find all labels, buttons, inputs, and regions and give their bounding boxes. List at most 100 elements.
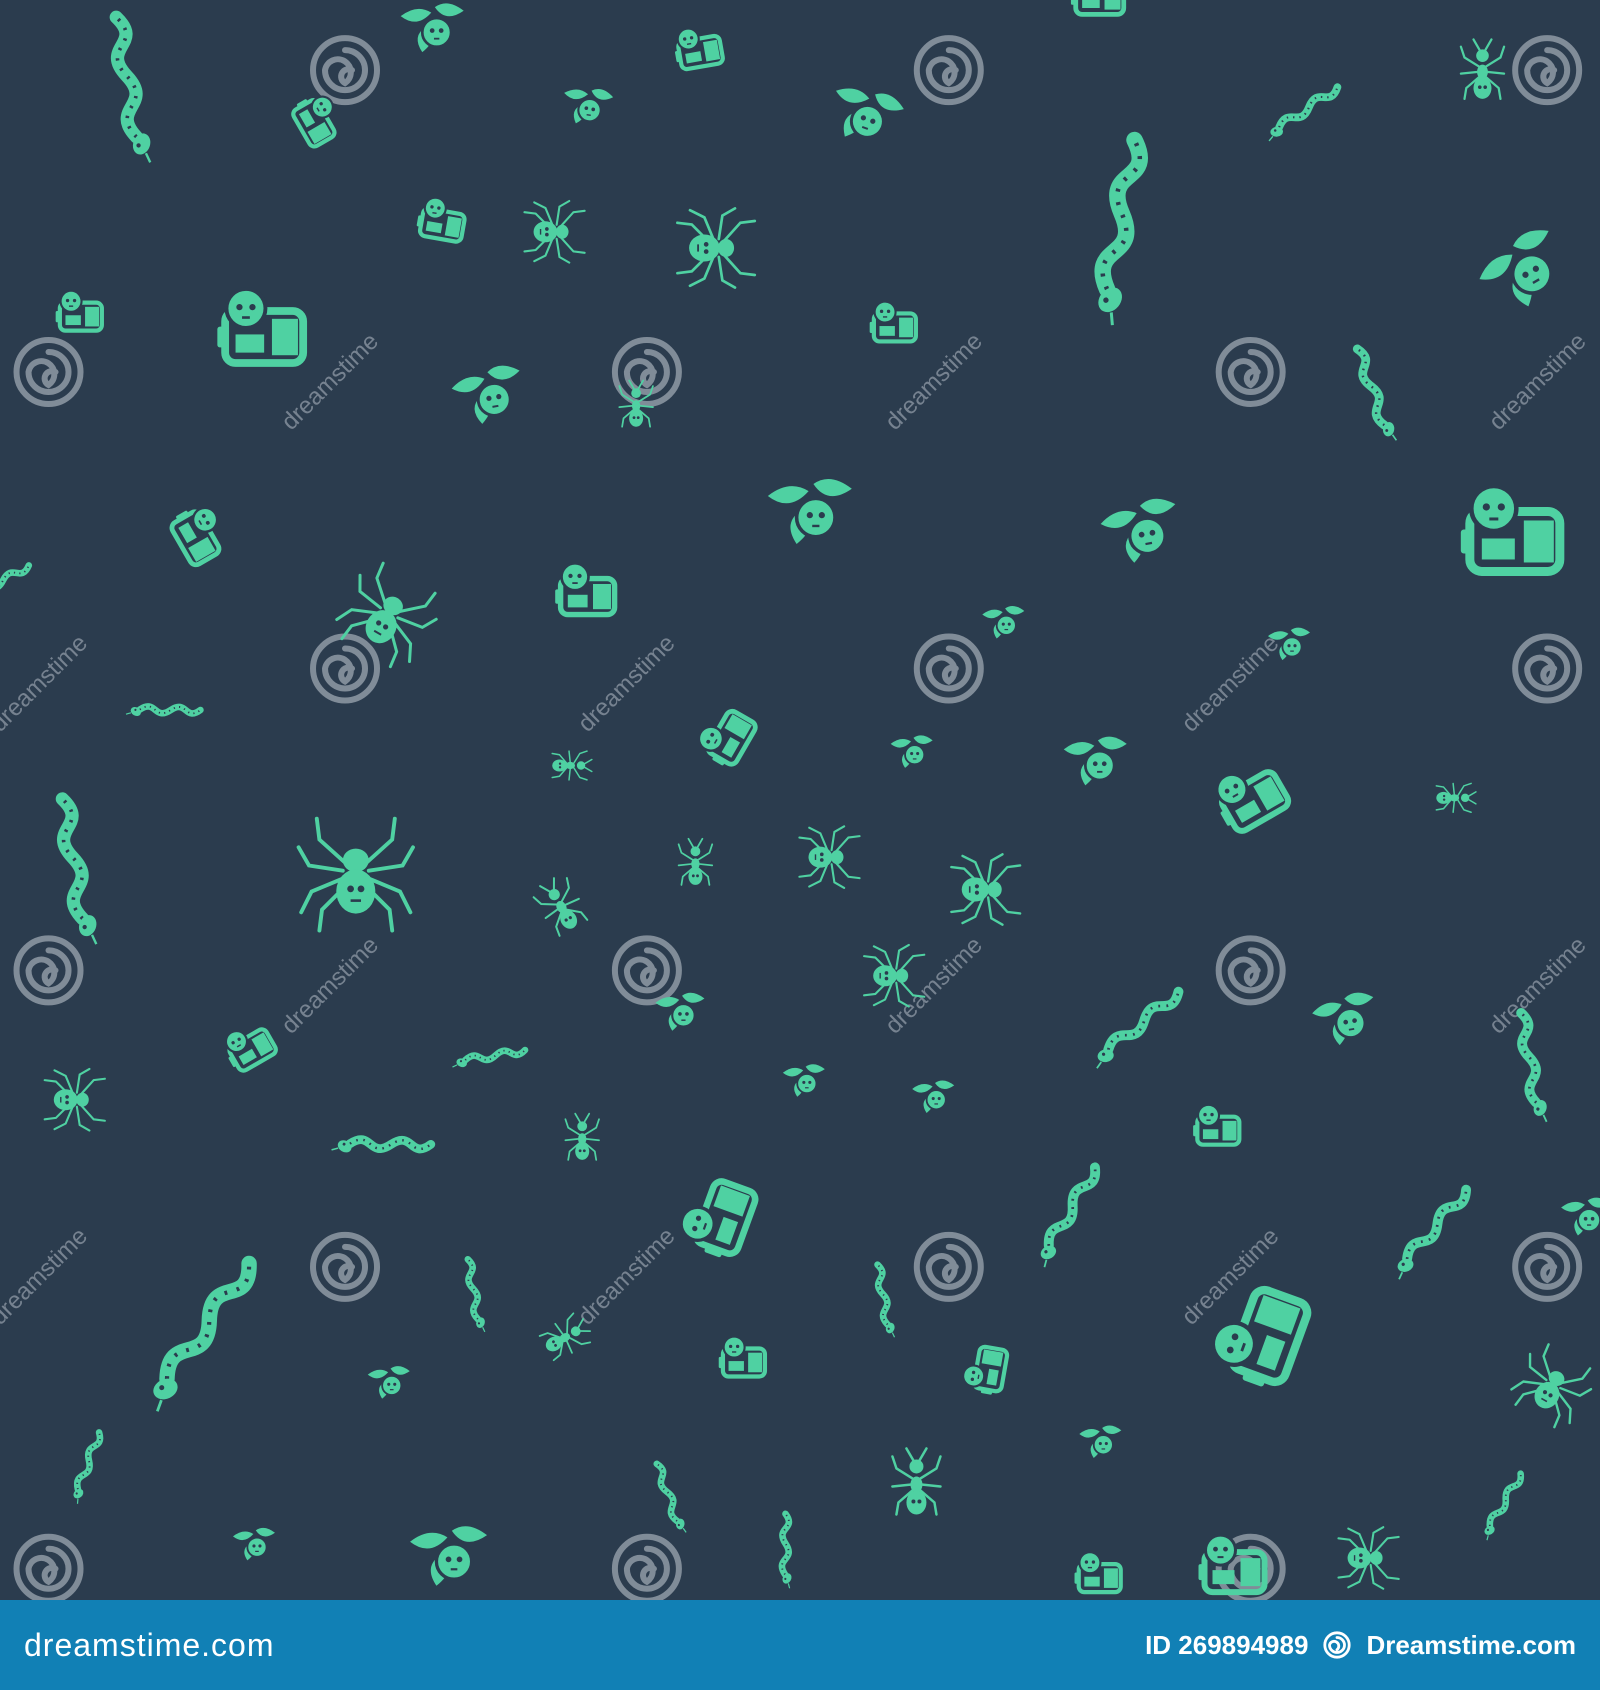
bottle-icon xyxy=(1461,486,1560,572)
watermark-spiral-icon xyxy=(17,938,81,1002)
drops-icon xyxy=(408,1524,489,1588)
bottle-icon xyxy=(1075,1552,1121,1592)
ant-icon xyxy=(1459,38,1506,101)
drops-icon xyxy=(1078,1424,1123,1459)
watermark-text: dreamstime xyxy=(0,1223,93,1331)
spiral-logo-icon xyxy=(1323,1631,1352,1659)
drops-icon xyxy=(1062,735,1129,787)
ant-icon xyxy=(529,871,592,939)
ant-icon xyxy=(677,837,714,886)
drops-icon xyxy=(447,361,530,430)
drops-icon xyxy=(232,1526,276,1562)
snake-icon xyxy=(74,17,193,162)
watermark-spiral-icon xyxy=(313,636,377,700)
snake-icon xyxy=(117,1263,289,1411)
drops-icon xyxy=(766,477,854,546)
bottle-icon xyxy=(56,291,102,331)
watermark-spiral-icon xyxy=(313,38,377,102)
drops-icon xyxy=(1469,220,1579,323)
bottle-icon xyxy=(555,563,614,614)
drops-icon xyxy=(399,2,466,54)
snake-icon xyxy=(51,1432,125,1503)
image-id: ID 269894989 xyxy=(1145,1629,1309,1660)
watermark-text: dreamstime xyxy=(1484,932,1592,1040)
bottle-icon xyxy=(167,499,233,568)
bottle-icon xyxy=(1071,0,1124,14)
drops-icon xyxy=(1308,988,1382,1051)
bottle-icon xyxy=(719,1337,765,1377)
watermark-text: dreamstime xyxy=(573,630,681,738)
watermark-text: dreamstime xyxy=(0,630,93,738)
drops-icon xyxy=(781,1063,826,1098)
drops-icon xyxy=(981,605,1026,640)
watermark-spiral-icon xyxy=(1515,38,1579,102)
watermark-layer: dreamstime dreamstime dreamstime dreamstime… xyxy=(0,38,1592,1600)
ant-icon xyxy=(564,1112,600,1161)
snake-icon xyxy=(1343,349,1411,440)
snake-icon xyxy=(1014,1167,1126,1267)
snake-icon xyxy=(126,679,200,746)
watermark-spiral-icon xyxy=(1515,1235,1579,1299)
spider-icon xyxy=(676,207,757,289)
watermark-text: dreamstime xyxy=(573,1223,681,1331)
bottle-icon xyxy=(289,89,347,149)
snake-icon xyxy=(20,799,139,944)
spider-icon xyxy=(43,1067,106,1132)
ant-icon xyxy=(1435,782,1477,813)
spider-icon xyxy=(1337,1526,1400,1590)
snake-icon xyxy=(1086,992,1189,1069)
snake-icon xyxy=(1378,1190,1487,1280)
bottle-icon xyxy=(692,702,758,771)
snake-icon xyxy=(452,1029,525,1089)
watermark-spiral-icon xyxy=(313,1235,377,1299)
ant-icon xyxy=(551,750,593,781)
watermark-spiral-icon xyxy=(917,636,981,700)
snake-icon xyxy=(646,1464,697,1533)
snake-icon xyxy=(754,1514,821,1588)
watermark-text: dreamstime xyxy=(1177,630,1285,738)
watermark-spiral-icon xyxy=(615,1537,679,1600)
bottle-icon xyxy=(674,1173,758,1263)
drops-icon xyxy=(558,82,616,131)
watermark-spiral-icon xyxy=(1219,938,1283,1002)
stock-image: dreamstime dreamstime dreamstime dreamstime… xyxy=(0,0,1600,1690)
watermark-spiral-icon xyxy=(615,938,679,1002)
bottle-icon xyxy=(415,195,467,242)
bottle-icon xyxy=(870,302,916,342)
pattern-canvas: dreamstime dreamstime dreamstime dreamstime… xyxy=(0,0,1600,1600)
watermark-spiral-icon xyxy=(615,340,679,404)
watermark-text: dreamstime xyxy=(1484,328,1592,436)
watermark-text: dreamstime xyxy=(276,932,384,1040)
footer-right-group: ID 269894989 Dreamstime.com xyxy=(1145,1630,1576,1661)
snake-icon xyxy=(1265,87,1342,141)
snake-icon xyxy=(1034,140,1212,325)
snake-icon xyxy=(0,565,29,606)
snake-icon xyxy=(332,1103,431,1192)
drops-icon xyxy=(1096,493,1186,569)
bottle-icon xyxy=(218,1017,278,1075)
spider-icon xyxy=(950,853,1022,926)
watermark-spiral-icon xyxy=(917,38,981,102)
watermark-spiral-icon xyxy=(1515,636,1579,700)
drops-icon xyxy=(654,991,706,1032)
drops-icon xyxy=(889,734,934,769)
bottle-icon xyxy=(961,1344,1008,1396)
spider-icon xyxy=(523,199,586,264)
drops-icon xyxy=(1560,1196,1600,1237)
seamless-pattern: dreamstime dreamstime dreamstime dreamstime… xyxy=(0,0,1600,1600)
spider-icon xyxy=(1503,1337,1600,1435)
snake-icon xyxy=(856,1265,916,1338)
brand-name-left[interactable]: dreamstime.com xyxy=(24,1627,275,1664)
watermark-text: dreamstime xyxy=(880,328,988,436)
icon-layer xyxy=(0,0,1600,1592)
watermark-spiral-icon xyxy=(17,340,81,404)
brand-name-right[interactable]: Dreamstime.com xyxy=(1366,1630,1576,1661)
bottle-icon xyxy=(217,289,303,363)
bottle-icon xyxy=(1205,754,1291,836)
spider-icon xyxy=(296,816,415,933)
ant-icon xyxy=(891,1447,942,1516)
bottle-icon xyxy=(671,23,723,70)
snake-icon xyxy=(446,1259,506,1332)
spider-icon xyxy=(798,825,861,889)
snake-icon xyxy=(1467,1474,1541,1541)
